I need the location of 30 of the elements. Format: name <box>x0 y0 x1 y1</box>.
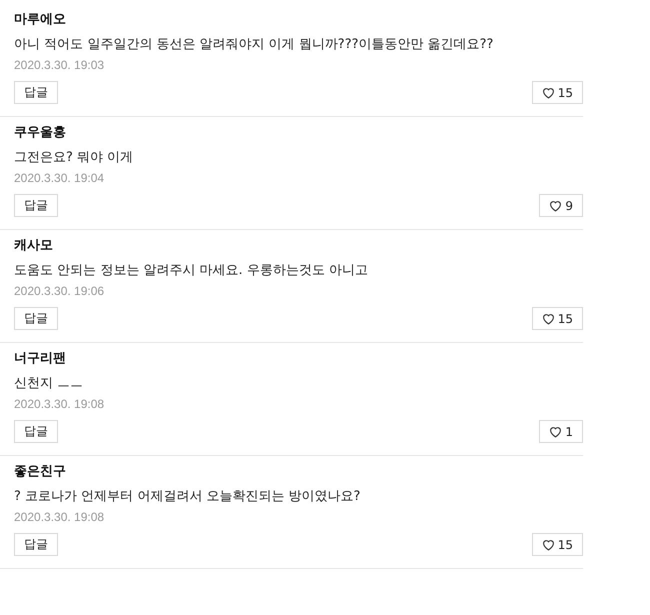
heart-icon <box>542 538 555 550</box>
heart-icon <box>549 426 562 438</box>
comment-date: 2020.3.30. 19:08 <box>14 509 104 526</box>
comment-date: 2020.3.30. 19:08 <box>14 396 104 413</box>
comment-text: 그전은요? 뭐야 이게 <box>14 149 134 167</box>
comment-date: 2020.3.30. 19:04 <box>14 170 104 187</box>
comment-author: 좋은친구 <box>14 463 66 481</box>
comment-author: 마루에오 <box>14 11 66 29</box>
reply-button[interactable]: 답글 <box>14 307 58 330</box>
like-button[interactable]: 15 <box>532 307 583 330</box>
comment-text: 도움도 안되는 정보는 알려주시 마세요. 우롱하는것도 아니고 <box>14 262 368 280</box>
heart-icon <box>542 312 555 324</box>
like-button[interactable]: 15 <box>532 533 583 556</box>
comment-author: 캐사모 <box>14 237 53 255</box>
comment-date: 2020.3.30. 19:03 <box>14 57 104 74</box>
comment-text: 신천지 ㅡㅡ <box>14 375 84 393</box>
reply-button[interactable]: 답글 <box>14 420 58 443</box>
comment-date: 2020.3.30. 19:06 <box>14 283 104 300</box>
like-button[interactable]: 9 <box>539 194 583 217</box>
comment-author: 너구리팬 <box>14 350 66 368</box>
like-button[interactable]: 15 <box>532 81 583 104</box>
comment-text: ? 코로나가 언제부터 어제걸려서 오늘확진되는 방이였나요? <box>14 488 360 506</box>
reply-button[interactable]: 답글 <box>14 194 58 217</box>
like-button[interactable]: 1 <box>539 420 583 443</box>
reply-button[interactable]: 답글 <box>14 533 58 556</box>
heart-icon <box>542 86 555 98</box>
comment-author: 쿠우울홍 <box>14 124 66 142</box>
reply-button[interactable]: 답글 <box>14 81 58 104</box>
heart-icon <box>549 200 562 212</box>
comment-text: 아니 적어도 일주일간의 동선은 알려줘야지 이게 뭡니까???이틀동안만 옮긴데요?? <box>14 36 494 54</box>
